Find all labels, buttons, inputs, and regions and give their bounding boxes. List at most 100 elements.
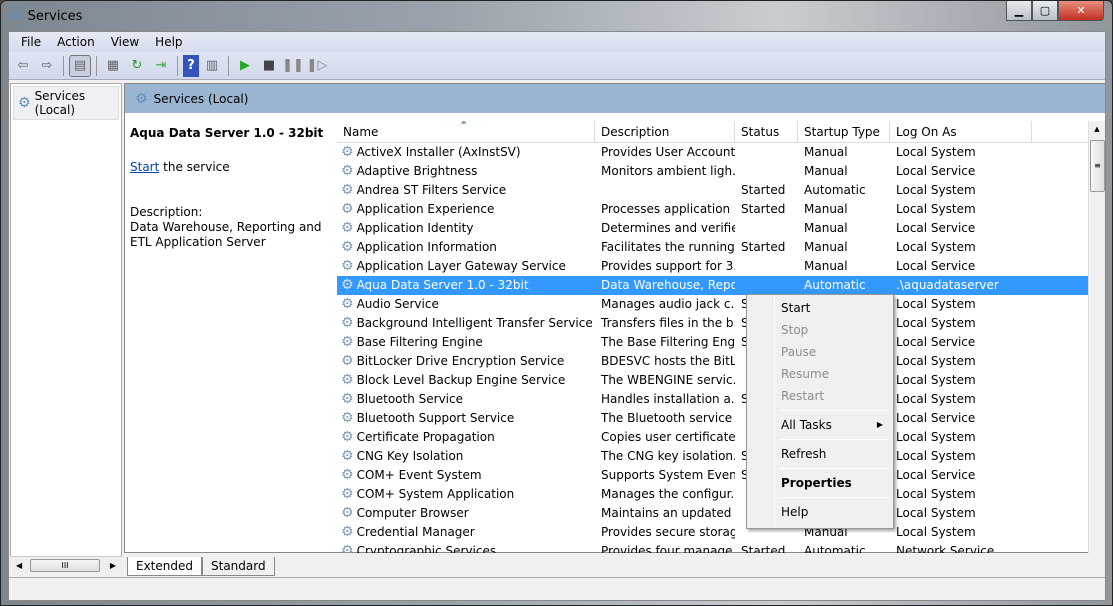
- table-row[interactable]: ⚙ COM+ System Application Manages the conf…: [337, 485, 1091, 504]
- menu-item-label: Resume: [781, 367, 830, 381]
- show-hide-console-tree-icon[interactable]: ▤: [69, 54, 91, 77]
- startup-type-cell: Manual: [804, 221, 848, 235]
- table-row[interactable]: ⚙ Application Identity Determines and veri…: [337, 219, 1091, 238]
- service-name: Andrea ST Filters Service: [356, 183, 507, 197]
- service-gear-icon: ⚙: [341, 296, 354, 312]
- table-row[interactable]: ⚙ Application Experience Processes applica…: [337, 200, 1091, 219]
- service-name: Block Level Backup Engine Service: [356, 373, 566, 387]
- table-row[interactable]: ⚙ Credential Manager Provides secure stora…: [337, 523, 1091, 542]
- maximize-button[interactable]: ▢: [1032, 1, 1058, 21]
- services-gear-icon: ⚙: [9, 8, 22, 24]
- menu-help[interactable]: Help: [147, 35, 190, 49]
- context-menu-refresh[interactable]: Refresh: [749, 443, 891, 465]
- start-service-icon[interactable]: ▶: [234, 55, 256, 77]
- context-menu-resume[interactable]: Resume: [749, 363, 891, 385]
- menu-view[interactable]: View: [103, 35, 147, 49]
- context-menu-all-tasks[interactable]: All Tasks ▶: [749, 414, 891, 436]
- context-menu-pause[interactable]: Pause: [749, 341, 891, 363]
- table-row[interactable]: ⚙ ActiveX Installer (AxInstSV) Provides Us…: [337, 143, 1091, 162]
- name-cell: ⚙ COM+ Event System: [337, 466, 595, 485]
- table-row[interactable]: ⚙ Bluetooth Service Handles installation a…: [337, 390, 1091, 409]
- table-row[interactable]: ⚙ COM+ Event System Supports System Even..…: [337, 466, 1091, 485]
- table-row[interactable]: ⚙ Base Filtering Engine The Base Filtering…: [337, 333, 1091, 352]
- view-tabs: Extended Standard: [127, 557, 275, 576]
- table-row[interactable]: ⚙ Application Layer Gateway Service Provid…: [337, 257, 1091, 276]
- tab-extended[interactable]: Extended: [127, 557, 202, 576]
- context-menu-properties[interactable]: Properties: [749, 472, 891, 494]
- forward-icon[interactable]: ⇨: [36, 55, 58, 77]
- name-cell: ⚙ Application Identity: [337, 219, 595, 238]
- properties-icon[interactable]: ▦: [102, 55, 124, 77]
- startup-type-cell: Manual: [804, 164, 848, 178]
- table-row[interactable]: ⚙ Certificate Propagation Copies user cert…: [337, 428, 1091, 447]
- description-cell: Copies user certificate...: [601, 430, 735, 444]
- services-table: ▲ Name Description Status Startup Type Log On…: [337, 121, 1091, 553]
- tree-item-services-local[interactable]: ⚙ Services (Local): [13, 86, 119, 120]
- service-name: Computer Browser: [356, 506, 469, 520]
- column-header-log-on-as[interactable]: Log On As: [890, 121, 1032, 142]
- status-cell: Started: [741, 202, 786, 216]
- menu-file[interactable]: File: [13, 35, 49, 49]
- menu-item-label: Restart: [781, 389, 825, 403]
- menu-item-label: Start: [781, 301, 811, 315]
- close-button[interactable]: ✕: [1058, 1, 1104, 21]
- client-area: File Action View Help ⇦ ⇨ ▤ ▦ ↻ ⇥ ? ▥ ▶ ■ ❚…: [8, 31, 1106, 601]
- export-list-icon[interactable]: ⇥: [150, 55, 172, 77]
- tree-horizontal-scrollbar[interactable]: ◀ III ▶: [10, 556, 122, 573]
- table-row[interactable]: ⚙Audio Service Manages audio jack c... Sta…: [337, 295, 1091, 314]
- context-menu-restart[interactable]: Restart: [749, 385, 891, 407]
- service-name: COM+ Event System: [356, 468, 482, 482]
- table-row[interactable]: ⚙ Aqua Data Server 1.0 - 32bit Data Wareho…: [337, 276, 1091, 295]
- menu-item-label: Refresh: [781, 447, 827, 461]
- tab-standard[interactable]: Standard: [202, 557, 275, 576]
- stop-service-icon[interactable]: ■: [258, 55, 280, 77]
- name-cell: ⚙ Adaptive Brightness: [337, 162, 595, 181]
- service-gear-icon: ⚙: [341, 277, 354, 293]
- start-service-link[interactable]: Start: [130, 160, 159, 174]
- table-row[interactable]: ⚙ Cryptographic Services Provides four man…: [337, 542, 1091, 553]
- table-row[interactable]: ⚙ Background Intelligent Transfer Service…: [337, 314, 1091, 333]
- log-on-as-cell: Local System: [896, 430, 976, 444]
- service-gear-icon: ⚙: [341, 486, 354, 502]
- column-header-status[interactable]: Status: [735, 121, 798, 142]
- service-gear-icon: ⚙: [341, 220, 354, 236]
- help-icon[interactable]: ?: [183, 54, 199, 77]
- table-row[interactable]: ⚙ Andrea ST Filters Service Started Automat…: [337, 181, 1091, 200]
- menu-separator: [779, 468, 889, 469]
- menu-item-label: Pause: [781, 345, 817, 359]
- table-row[interactable]: ⚙ CNG Key Isolation The CNG key isolation.…: [337, 447, 1091, 466]
- table-row[interactable]: ⚙ Adaptive Brightness Monitors ambient lig…: [337, 162, 1091, 181]
- services-window: ⚙ Services ▁ ▢ ✕ File Action View Help ⇦ ⇨ …: [0, 0, 1113, 606]
- startup-type-cell: Manual: [804, 202, 848, 216]
- service-gear-icon: ⚙: [341, 334, 354, 350]
- description-cell: Facilitates the running...: [601, 240, 735, 254]
- table-row[interactable]: ⚙ Bluetooth Support Service The Bluetooth …: [337, 409, 1091, 428]
- status-cell: Started: [741, 544, 786, 553]
- table-row[interactable]: ⚙ BitLocker Drive Encryption Service BDESV…: [337, 352, 1091, 371]
- context-menu-start[interactable]: Start: [749, 297, 891, 319]
- log-on-as-cell: Local Service: [896, 411, 976, 425]
- service-name: Base Filtering Engine: [356, 335, 483, 349]
- table-row[interactable]: ⚙ Block Level Backup Engine Service The WB…: [337, 371, 1091, 390]
- vertical-scrollbar[interactable]: ▲ ≡: [1088, 121, 1105, 553]
- name-cell: ⚙ Bluetooth Service: [337, 390, 595, 409]
- startup-type-cell: Manual: [804, 259, 848, 273]
- back-icon[interactable]: ⇦: [12, 55, 34, 77]
- scroll-thumb[interactable]: ≡: [1090, 140, 1105, 192]
- refresh-icon[interactable]: ↻: [126, 55, 148, 77]
- description-cell: Provides User Account...: [601, 145, 735, 159]
- resume-service-icon[interactable]: ❚▷: [306, 55, 328, 77]
- name-cell: ⚙ Background Intelligent Transfer Service: [337, 314, 595, 333]
- column-header-startup-type[interactable]: Startup Type: [798, 121, 890, 142]
- table-row[interactable]: ⚙ Application Information Facilitates the …: [337, 238, 1091, 257]
- menu-action[interactable]: Action: [49, 35, 103, 49]
- column-header-description[interactable]: Description: [595, 121, 735, 142]
- description-cell: The Base Filtering Engi...: [601, 335, 735, 349]
- context-menu-help[interactable]: Help: [749, 501, 891, 523]
- minimize-button[interactable]: ▁: [1006, 1, 1032, 21]
- table-row[interactable]: ⚙ Computer Browser Maintains an updated ..…: [337, 504, 1091, 523]
- log-on-as-cell: Local Service: [896, 335, 976, 349]
- pause-service-icon[interactable]: ❚❚: [282, 55, 304, 77]
- show-action-pane-icon[interactable]: ▥: [201, 55, 223, 77]
- context-menu-stop[interactable]: Stop: [749, 319, 891, 341]
